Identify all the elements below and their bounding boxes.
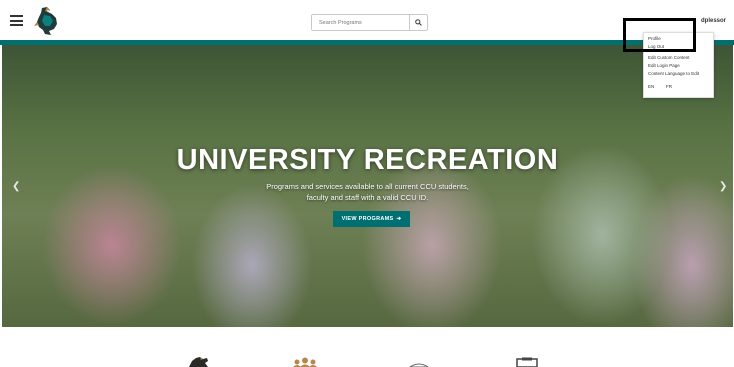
username[interactable]: dplessor — [701, 18, 726, 24]
arrow-right-icon: ➔ — [396, 216, 402, 222]
bottom-icons-row — [0, 327, 734, 367]
page: dplessor UNIVERSITY RECREATION Programs … — [0, 0, 734, 367]
ball-icon[interactable] — [408, 363, 430, 367]
chanticleer-logo[interactable] — [33, 6, 59, 36]
language-en[interactable]: EN — [648, 84, 654, 89]
menu-item-edit-custom-content[interactable]: Edit Custom Content — [648, 55, 690, 60]
language-fr[interactable]: FR — [666, 84, 672, 89]
search-input[interactable] — [312, 15, 409, 30]
carousel-prev-icon[interactable]: ❮ — [12, 181, 20, 192]
carousel-next-icon[interactable]: ❯ — [719, 181, 727, 192]
highlight-box — [623, 18, 696, 52]
search-button[interactable] — [409, 15, 427, 30]
view-programs-button[interactable]: VIEW PROGRAMS ➔ — [333, 211, 410, 227]
chanticleer-icon[interactable] — [186, 356, 212, 367]
hero-subtitle-line2: faculty and staff with a valid CCU ID. — [306, 193, 429, 202]
search-icon — [415, 19, 422, 26]
search-box — [311, 14, 428, 31]
hero-banner: UNIVERSITY RECREATION Programs and servi… — [2, 45, 733, 327]
group-icon[interactable] — [288, 357, 322, 367]
view-programs-label: VIEW PROGRAMS — [341, 216, 394, 222]
menu-item-content-language: Content Language to Edit — [648, 71, 700, 76]
clipboard-icon[interactable] — [514, 357, 540, 367]
menu-item-edit-login-page[interactable]: Edit Login Page — [648, 63, 680, 68]
hero-title: UNIVERSITY RECREATION — [176, 144, 559, 176]
hero-subtitle-line1: Programs and services available to all c… — [266, 182, 469, 191]
hamburger-icon[interactable] — [10, 15, 23, 26]
